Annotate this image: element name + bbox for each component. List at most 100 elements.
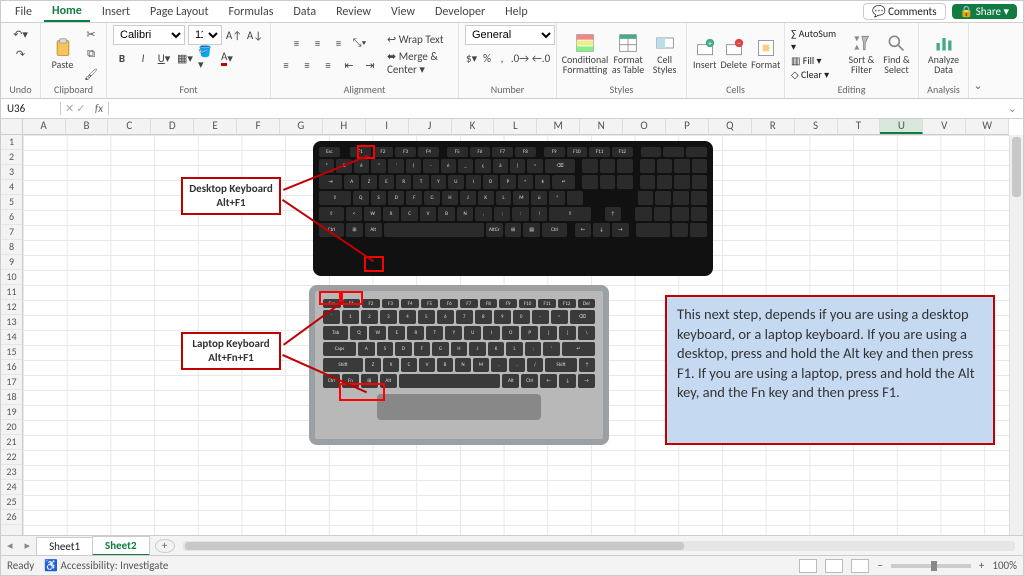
column-header-O[interactable]: O <box>623 119 666 134</box>
decrease-font-button[interactable]: A↓ <box>246 26 264 44</box>
column-header-N[interactable]: N <box>580 119 623 134</box>
column-header-U[interactable]: U <box>880 119 923 134</box>
vertical-scrollbar[interactable] <box>1009 135 1023 535</box>
cell-styles-button[interactable]: Cell Styles <box>649 32 680 76</box>
row-header-26[interactable]: 26 <box>1 510 22 525</box>
row-header-22[interactable]: 22 <box>1 450 22 465</box>
column-header-J[interactable]: J <box>409 119 452 134</box>
autosum-button[interactable]: ∑ AutoSum ▾ <box>791 27 842 53</box>
row-header-14[interactable]: 14 <box>1 330 22 345</box>
align-middle[interactable]: ≡ <box>309 34 327 52</box>
align-left[interactable]: ≡ <box>277 56 295 74</box>
undo-button[interactable]: ↶▾ <box>12 25 30 43</box>
normal-view-button[interactable] <box>799 559 817 573</box>
row-header-3[interactable]: 3 <box>1 165 22 180</box>
tab-insert[interactable]: Insert <box>94 3 138 21</box>
increase-font-button[interactable]: A↑ <box>225 26 243 44</box>
row-header-17[interactable]: 17 <box>1 375 22 390</box>
sheet-nav-prev[interactable]: ◂ <box>1 539 19 552</box>
column-header-Q[interactable]: Q <box>709 119 752 134</box>
conditional-formatting-button[interactable]: Conditional Formatting <box>563 32 607 76</box>
tab-data[interactable]: Data <box>285 3 324 21</box>
tab-home[interactable]: Home <box>44 2 90 22</box>
zoom-in-button[interactable]: + <box>979 559 984 572</box>
sort-filter-button[interactable]: Sort & Filter <box>846 32 877 76</box>
format-as-table-button[interactable]: Format as Table <box>611 32 645 76</box>
row-header-8[interactable]: 8 <box>1 240 22 255</box>
tab-view[interactable]: View <box>383 3 423 21</box>
status-accessibility[interactable]: ♿ Accessibility: Investigate <box>44 559 168 572</box>
font-size-select[interactable]: 11 <box>188 25 222 45</box>
column-header-T[interactable]: T <box>838 119 881 134</box>
column-header-L[interactable]: L <box>494 119 537 134</box>
font-color-button[interactable]: A▾ <box>218 49 236 67</box>
decrease-decimal[interactable]: ←.0 <box>532 49 550 67</box>
column-header-F[interactable]: F <box>237 119 280 134</box>
wrap-text-button[interactable]: ↩ Wrap Text <box>387 33 444 46</box>
row-header-19[interactable]: 19 <box>1 405 22 420</box>
page-layout-view-button[interactable] <box>825 559 843 573</box>
row-header-5[interactable]: 5 <box>1 195 22 210</box>
horizontal-scrollbar[interactable] <box>183 541 1015 551</box>
row-header-6[interactable]: 6 <box>1 210 22 225</box>
tab-formulas[interactable]: Formulas <box>220 3 281 21</box>
italic-button[interactable]: I <box>134 49 152 67</box>
cut-button[interactable]: ✂ <box>82 25 100 43</box>
clear-button[interactable]: ◇ Clear ▾ <box>791 68 829 81</box>
paste-button[interactable]: Paste <box>47 32 78 76</box>
merge-center-button[interactable]: ⬌ Merge & Center ▾ <box>387 50 452 76</box>
tab-review[interactable]: Review <box>328 3 379 21</box>
page-break-view-button[interactable] <box>851 559 869 573</box>
format-painter-button[interactable]: 🖌 <box>82 65 100 83</box>
tab-developer[interactable]: Developer <box>427 3 493 21</box>
share-button[interactable]: 🔒 Share ▾ <box>952 4 1017 19</box>
format-cells-button[interactable]: Format <box>751 32 780 76</box>
select-all-button[interactable] <box>1 119 23 134</box>
align-right[interactable]: ≡ <box>319 56 337 74</box>
column-header-A[interactable]: A <box>23 119 66 134</box>
column-header-V[interactable]: V <box>923 119 966 134</box>
row-header-16[interactable]: 16 <box>1 360 22 375</box>
insert-function-button[interactable]: fx <box>89 102 109 115</box>
column-header-S[interactable]: S <box>795 119 838 134</box>
tab-page-layout[interactable]: Page Layout <box>142 3 216 21</box>
zoom-level[interactable]: 100% <box>992 559 1017 572</box>
row-header-1[interactable]: 1 <box>1 135 22 150</box>
sheet-nav-next[interactable]: ▸ <box>19 539 37 552</box>
row-header-11[interactable]: 11 <box>1 285 22 300</box>
row-header-20[interactable]: 20 <box>1 420 22 435</box>
comma-button[interactable]: , <box>496 49 508 67</box>
row-header-24[interactable]: 24 <box>1 480 22 495</box>
row-header-23[interactable]: 23 <box>1 465 22 480</box>
row-headers[interactable]: 1234567891011121314151617181920212223242… <box>1 135 23 535</box>
column-header-I[interactable]: I <box>366 119 409 134</box>
sheet-tab-sheet2[interactable]: Sheet2 <box>92 536 150 556</box>
orientation-button[interactable]: ⤡▾ <box>351 34 369 52</box>
row-header-7[interactable]: 7 <box>1 225 22 240</box>
column-header-C[interactable]: C <box>108 119 151 134</box>
row-header-13[interactable]: 13 <box>1 315 22 330</box>
cell-grid[interactable]: EscF1F2F3F4F5F6F7F8F9F10F11F12 ²&é"'(-è_… <box>23 135 1009 535</box>
comments-button[interactable]: 💬 Comments <box>863 3 946 20</box>
align-center[interactable]: ≡ <box>298 56 316 74</box>
column-header-H[interactable]: H <box>323 119 366 134</box>
bold-button[interactable]: B <box>113 49 131 67</box>
redo-button[interactable]: ↷ <box>12 45 30 63</box>
sheet-tab-sheet1[interactable]: Sheet1 <box>36 537 93 555</box>
column-header-P[interactable]: P <box>666 119 709 134</box>
underline-button[interactable]: U▾ <box>155 49 173 67</box>
row-header-10[interactable]: 10 <box>1 270 22 285</box>
number-format-select[interactable]: General <box>465 25 555 45</box>
percent-button[interactable]: % <box>481 49 493 67</box>
tab-file[interactable]: File <box>7 3 40 21</box>
insert-cells-button[interactable]: + Insert <box>693 32 717 76</box>
increase-indent[interactable]: ⇥ <box>361 56 379 74</box>
fill-button[interactable]: ▥ Fill ▾ <box>791 54 821 67</box>
column-headers[interactable]: ABCDEFGHIJKLMNOPQRSTUVW <box>1 119 1009 135</box>
column-header-W[interactable]: W <box>966 119 1009 134</box>
row-header-15[interactable]: 15 <box>1 345 22 360</box>
align-bottom[interactable]: ≡ <box>330 34 348 52</box>
font-name-select[interactable]: Calibri <box>113 25 185 45</box>
column-header-D[interactable]: D <box>151 119 194 134</box>
column-header-E[interactable]: E <box>194 119 237 134</box>
